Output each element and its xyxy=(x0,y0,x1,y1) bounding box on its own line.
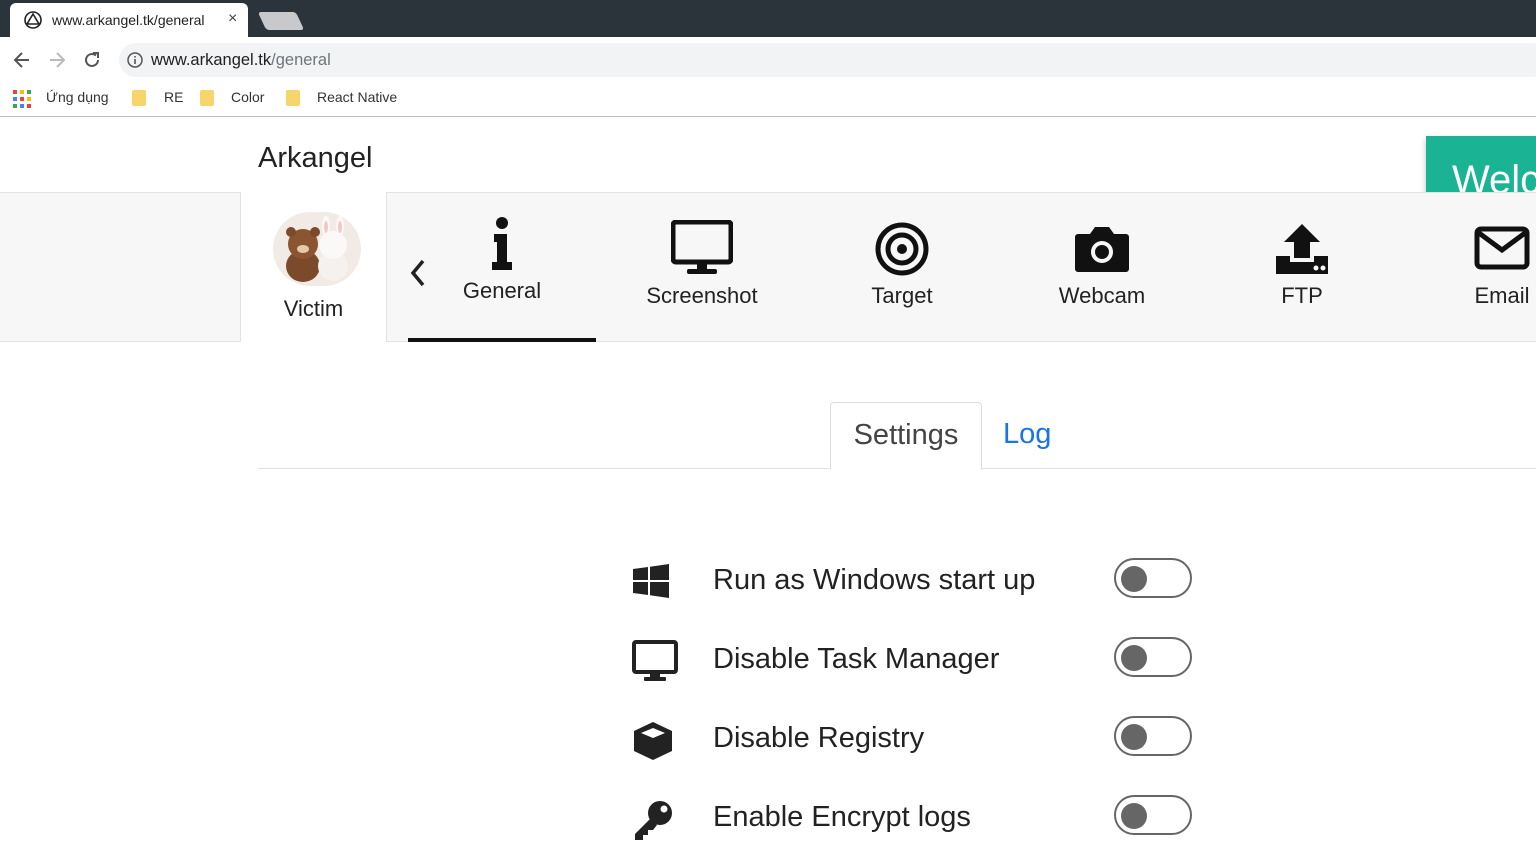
windows-icon xyxy=(632,564,670,603)
app-brand[interactable]: Arkangel xyxy=(258,142,372,175)
apps-grid-icon[interactable] xyxy=(13,90,31,113)
nav-screenshot-label: Screenshot xyxy=(646,283,758,308)
nav-webcam[interactable]: Webcam xyxy=(1002,192,1202,342)
url-text: www.arkangel.tk/general xyxy=(151,51,331,70)
toggle-knob xyxy=(1121,724,1147,750)
tab-log[interactable]: Log xyxy=(1003,418,1051,451)
key-icon xyxy=(632,799,674,846)
nav-screenshot[interactable]: Screenshot xyxy=(602,192,802,342)
cube-icon xyxy=(632,720,674,767)
monitor-icon xyxy=(671,220,733,274)
target-icon xyxy=(875,222,929,276)
upload-icon xyxy=(1276,224,1328,274)
setting-label: Enable Encrypt logs xyxy=(713,801,971,833)
setting-row-startup: Run as Windows start up xyxy=(632,558,1202,618)
info-icon xyxy=(492,217,512,270)
registry-toggle[interactable] xyxy=(1114,716,1192,756)
setting-label: Disable Task Manager xyxy=(713,643,1000,675)
toggle-knob xyxy=(1121,645,1147,671)
tab-title: www.arkangel.tk/general xyxy=(52,12,205,28)
address-bar[interactable]: www.arkangel.tk/general xyxy=(119,43,1536,77)
new-tab-button[interactable] xyxy=(257,12,305,30)
setting-row-encrypt: Enable Encrypt logs xyxy=(632,795,1202,855)
bookmark-react-native[interactable]: React Native xyxy=(317,89,397,105)
nav-email-label: Email xyxy=(1474,283,1530,308)
envelope-icon xyxy=(1474,226,1530,270)
folder-icon xyxy=(132,90,146,106)
victim-selector[interactable]: Victim xyxy=(240,192,387,342)
bookmarks-bar: Ứng dụng RE Color React Native xyxy=(0,83,1536,117)
startup-toggle[interactable] xyxy=(1114,558,1192,598)
folder-icon xyxy=(200,90,214,106)
bookmark-apps[interactable]: Ứng dụng xyxy=(46,89,109,105)
nav-ftp-label: FTP xyxy=(1281,283,1323,308)
bookmark-re[interactable]: RE xyxy=(164,89,183,105)
browser-tab-strip: www.arkangel.tk/general × xyxy=(0,0,1536,37)
encrypt-logs-toggle[interactable] xyxy=(1114,795,1192,835)
nav-ftp[interactable]: FTP xyxy=(1202,192,1402,342)
task-manager-toggle[interactable] xyxy=(1114,637,1192,677)
bookmark-color[interactable]: Color xyxy=(231,89,264,105)
url-path: /general xyxy=(271,51,331,69)
victim-label: Victim xyxy=(283,296,344,321)
nav-target-label: Target xyxy=(871,283,933,308)
browser-tab[interactable]: www.arkangel.tk/general × xyxy=(10,3,248,37)
arkangel-favicon-icon xyxy=(24,11,42,34)
toggle-knob xyxy=(1121,566,1147,592)
monitor-icon xyxy=(632,640,678,687)
folder-icon xyxy=(286,90,300,106)
close-tab-icon[interactable]: × xyxy=(228,10,237,28)
tab-settings[interactable]: Settings xyxy=(830,402,982,470)
forward-arrow-icon[interactable] xyxy=(46,49,68,71)
setting-row-registry: Disable Registry xyxy=(632,716,1202,776)
setting-label: Run as Windows start up xyxy=(713,564,1036,596)
reload-icon[interactable] xyxy=(81,49,103,71)
camera-icon xyxy=(1075,227,1129,272)
toggle-knob xyxy=(1121,803,1147,829)
setting-label: Disable Registry xyxy=(713,722,925,754)
avatar xyxy=(273,212,361,286)
nav-webcam-label: Webcam xyxy=(1058,283,1146,308)
setting-row-task-manager: Disable Task Manager xyxy=(632,637,1202,697)
active-tab-indicator xyxy=(408,338,596,342)
url-host: www.arkangel.tk xyxy=(151,51,272,69)
nav-email[interactable]: Email xyxy=(1402,192,1536,342)
back-arrow-icon[interactable] xyxy=(11,49,33,71)
nav-general[interactable]: General xyxy=(402,192,602,342)
nav-target[interactable]: Target xyxy=(802,192,1002,342)
info-icon[interactable] xyxy=(127,52,143,73)
nav-general-label: General xyxy=(462,278,542,303)
